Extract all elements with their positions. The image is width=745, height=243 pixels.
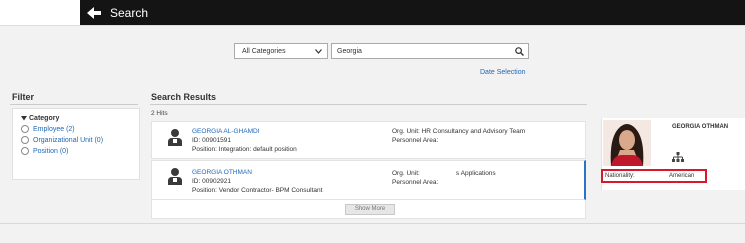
result-personnel-area: Personnel Area: (392, 179, 439, 186)
result-position: Position: Vendor Contractor- BPM Consult… (192, 187, 323, 194)
nationality-field: Nationality: American (601, 169, 707, 183)
category-toggle[interactable]: Category (21, 115, 131, 122)
header-bar: Search (80, 0, 745, 25)
divider (150, 104, 587, 105)
person-icon (168, 129, 182, 146)
back-button[interactable] (80, 0, 108, 25)
filter-option-position[interactable]: Position (0) (21, 147, 131, 155)
filter-option-label: Position (0) (33, 147, 69, 155)
page-title: Search (110, 5, 149, 20)
show-more-button[interactable]: Show More (345, 204, 395, 215)
category-label: Category (29, 115, 60, 122)
result-name-link[interactable]: GEORGIA AL-GHAMDI (192, 128, 260, 135)
search-input[interactable]: Georgia (331, 43, 529, 59)
nationality-label: Nationality: (605, 173, 635, 179)
result-personnel-area: Personnel Area: (392, 137, 439, 144)
person-icon (168, 168, 182, 185)
caret-down-icon (21, 116, 27, 121)
search-band: All Categories Georgia Date Selection (0, 25, 745, 85)
result-org-unit: Org. Unit: HR Consultancy and Advisory T… (392, 128, 526, 135)
filter-option-label: Organizational Unit (0) (33, 136, 104, 144)
search-icon[interactable] (515, 46, 524, 56)
category-select-value: All Categories (242, 47, 286, 55)
results-heading: Search Results (151, 92, 217, 102)
radio-icon[interactable] (21, 136, 29, 144)
filter-option-employee[interactable]: Employee (2) (21, 125, 131, 133)
profile-name: GEORGIA OTHMAN (672, 124, 729, 130)
show-more-area: Show More (151, 200, 586, 219)
result-org-unit: Org. Unit: s Applications (392, 170, 496, 177)
divider (0, 223, 745, 224)
result-name-link[interactable]: GEORGIA OTHMAN (192, 169, 252, 176)
date-selection-link[interactable]: Date Selection (480, 69, 526, 76)
search-input-value: Georgia (337, 47, 362, 55)
filter-option-organizational-unit[interactable]: Organizational Unit (0) (21, 136, 131, 144)
filter-panel: Category Employee (2) Organizational Uni… (12, 108, 140, 180)
filter-option-label: Employee (2) (33, 125, 75, 133)
result-position: Position: Integration: default position (192, 146, 297, 153)
radio-icon[interactable] (21, 147, 29, 155)
radio-icon[interactable] (21, 125, 29, 133)
search-app: Search All Categories Georgia Date Selec… (0, 0, 745, 243)
filter-heading: Filter (12, 92, 35, 102)
header-gutter (0, 0, 80, 25)
category-select[interactable]: All Categories (234, 43, 328, 59)
back-arrow-icon (87, 6, 101, 19)
result-id: ID: 00901591 (192, 137, 232, 144)
nationality-value: American (669, 173, 695, 179)
divider (10, 104, 138, 105)
profile-photo (603, 120, 651, 166)
hits-count: 2 Hits (151, 110, 168, 117)
result-row[interactable]: GEORGIA AL-GHAMDI ID: 00901591 Position:… (151, 121, 586, 159)
org-chart-icon[interactable] (672, 152, 684, 162)
result-id: ID: 00902921 (192, 178, 232, 185)
result-row-selected[interactable]: GEORGIA OTHMAN ID: 00902921 Position: Ve… (151, 160, 586, 200)
search-bar: All Categories Georgia (234, 43, 529, 59)
chevron-down-icon (315, 48, 322, 54)
